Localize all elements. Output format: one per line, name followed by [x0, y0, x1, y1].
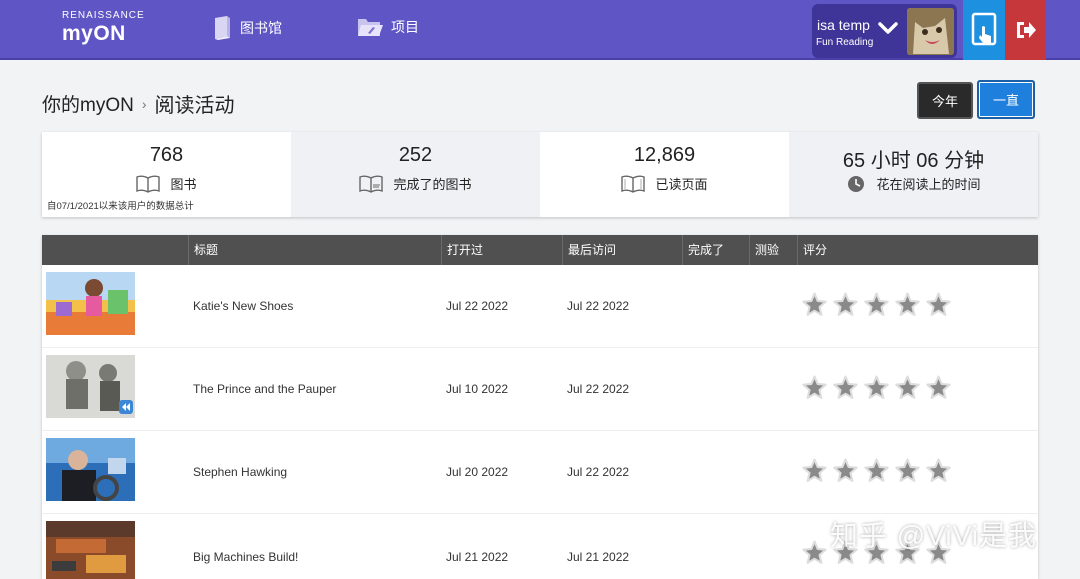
star-icon[interactable] — [802, 458, 827, 483]
star-rating[interactable] — [802, 375, 957, 400]
top-bar: RENAISSANCE myON 图书馆 项目 isa temp Fun Rea… — [0, 0, 1080, 60]
device-button[interactable] — [963, 0, 1005, 60]
star-icon[interactable] — [864, 458, 889, 483]
book-title[interactable]: Big Machines Build! — [193, 550, 298, 564]
breadcrumb-root[interactable]: 你的myON — [42, 90, 134, 117]
star-icon[interactable] — [833, 292, 858, 317]
cat-avatar-icon — [907, 8, 954, 55]
column-completed[interactable]: 完成了 — [682, 235, 724, 265]
star-rating[interactable] — [802, 292, 957, 317]
clock-icon — [846, 175, 866, 193]
folder-icon — [357, 16, 383, 38]
last-visited-date: Jul 22 2022 — [567, 382, 629, 396]
logout-button[interactable] — [1005, 0, 1046, 60]
all-time-button[interactable]: 一直 — [977, 80, 1035, 119]
stat-pages-value: 12,869 — [540, 144, 789, 167]
book-cover-image[interactable] — [46, 521, 135, 579]
book-title[interactable]: The Prince and the Pauper — [193, 382, 336, 396]
stat-finished-label: 完成了的图书 — [393, 174, 471, 193]
star-rating[interactable] — [802, 458, 957, 483]
star-icon[interactable] — [833, 458, 858, 483]
star-icon[interactable] — [895, 375, 920, 400]
nav-projects-label: 项目 — [391, 17, 419, 37]
user-menu[interactable]: isa temp Fun Reading — [812, 4, 957, 58]
breadcrumb-chevron-icon: › — [142, 96, 147, 112]
opened-date: Jul 10 2022 — [446, 382, 508, 396]
star-icon[interactable] — [926, 292, 951, 317]
table-row[interactable]: Katie's New Shoes Jul 22 2022 Jul 22 202… — [42, 265, 1038, 348]
breadcrumb: 你的myON › 阅读活动 — [42, 89, 235, 118]
chevron-down-icon — [878, 22, 898, 36]
book-cover-image[interactable] — [46, 272, 135, 335]
star-icon[interactable] — [895, 458, 920, 483]
watermark: 知乎 @ViVi是我 — [830, 514, 1037, 554]
tablet-touch-icon — [963, 0, 1005, 60]
logout-icon — [1005, 0, 1046, 60]
stat-finished-books: 252 完成了的图书 — [291, 132, 540, 217]
stat-pages-label: 已读页面 — [655, 174, 707, 193]
star-icon[interactable] — [864, 292, 889, 317]
book-cover-image[interactable] — [46, 355, 135, 418]
book-title[interactable]: Stephen Hawking — [193, 465, 287, 479]
opened-date: Jul 20 2022 — [446, 465, 508, 479]
page-title: 阅读活动 — [155, 89, 235, 118]
avatar — [907, 8, 954, 55]
star-icon[interactable] — [864, 375, 889, 400]
column-opened[interactable]: 打开过 — [441, 235, 483, 265]
nav-projects[interactable]: 项目 — [357, 16, 419, 38]
finished-book-icon — [359, 175, 383, 193]
star-icon[interactable] — [926, 458, 951, 483]
star-icon[interactable] — [926, 375, 951, 400]
last-visited-date: Jul 22 2022 — [567, 465, 629, 479]
last-visited-date: Jul 22 2022 — [567, 299, 629, 313]
book-icon — [212, 16, 232, 40]
last-visited-date: Jul 21 2022 — [567, 550, 629, 564]
stat-books-value: 768 — [42, 144, 291, 167]
book-title[interactable]: Katie's New Shoes — [193, 299, 293, 313]
stat-finished-value: 252 — [291, 144, 540, 167]
star-icon[interactable] — [802, 540, 827, 565]
logo[interactable]: RENAISSANCE myON — [62, 10, 145, 46]
logo-brand-small: RENAISSANCE — [62, 10, 145, 21]
nav-library[interactable]: 图书馆 — [212, 16, 282, 40]
opened-date: Jul 21 2022 — [446, 550, 508, 564]
table-row[interactable]: The Prince and the Pauper Jul 10 2022 Ju… — [42, 348, 1038, 431]
stats-note: 自07/1/2021以来该用户的数据总计 — [47, 198, 194, 212]
star-icon[interactable] — [895, 292, 920, 317]
stat-books: 768 图书 自07/1/2021以来该用户的数据总计 — [42, 132, 291, 217]
table-row[interactable]: Stephen Hawking Jul 20 2022 Jul 22 2022 — [42, 431, 1038, 514]
user-name: isa temp — [817, 17, 870, 33]
opened-date: Jul 22 2022 — [446, 299, 508, 313]
stat-time-label: 花在阅读上的时间 — [876, 174, 980, 193]
logo-brand-big: myON — [62, 22, 145, 46]
this-year-button[interactable]: 今年 — [917, 82, 973, 119]
nav-library-label: 图书馆 — [240, 18, 282, 38]
pages-icon — [621, 175, 645, 193]
user-level: Fun Reading — [816, 37, 873, 48]
column-last-visited[interactable]: 最后访问 — [562, 235, 616, 265]
star-icon[interactable] — [833, 375, 858, 400]
stat-reading-time: 65 小时 06 分钟 花在阅读上的时间 — [789, 132, 1038, 217]
stat-time-value: 65 小时 06 分钟 — [789, 144, 1038, 173]
stat-pages-read: 12,869 已读页面 — [540, 132, 789, 217]
stats-panel: 768 图书 自07/1/2021以来该用户的数据总计 252 完成了的图书 1… — [42, 132, 1038, 217]
stat-books-label: 图书 — [170, 174, 196, 193]
column-quiz[interactable]: 测验 — [749, 235, 779, 265]
column-title[interactable]: 标题 — [188, 235, 218, 265]
star-icon[interactable] — [802, 292, 827, 317]
star-icon[interactable] — [802, 375, 827, 400]
column-rating[interactable]: 评分 — [797, 235, 827, 265]
table-header: 标题 打开过 最后访问 完成了 测验 评分 — [42, 235, 1038, 265]
book-cover-image[interactable] — [46, 438, 135, 501]
open-book-icon — [136, 175, 160, 193]
